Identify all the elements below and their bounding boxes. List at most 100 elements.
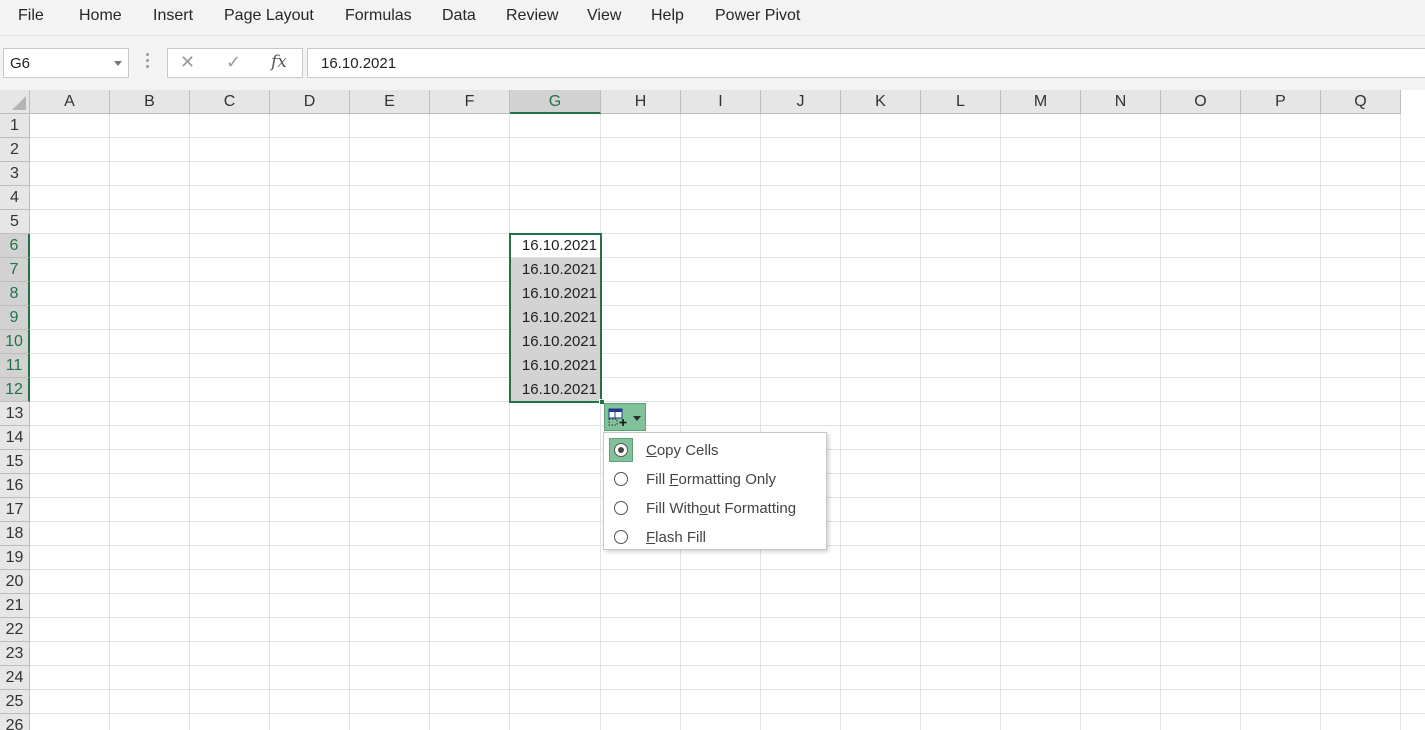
more-options-icon[interactable] — [146, 53, 150, 71]
column-header-b[interactable]: B — [110, 90, 190, 114]
row-header-12[interactable]: 12 — [0, 378, 30, 402]
row-header-15[interactable]: 15 — [0, 450, 30, 474]
menu-item-fill-formatting-only[interactable]: Fill Formatting Only — [604, 464, 826, 493]
column-header-o[interactable]: O — [1161, 90, 1241, 114]
gridline-vertical — [1000, 114, 1001, 730]
tab-home[interactable]: Home — [79, 7, 122, 25]
column-header-h[interactable]: H — [601, 90, 681, 114]
menu-item-fill-without-formatting[interactable]: Fill Without Formatting — [604, 493, 826, 522]
column-header-m[interactable]: M — [1001, 90, 1081, 114]
insert-function-icon[interactable]: fx — [271, 52, 287, 72]
gridline-vertical — [680, 114, 681, 730]
gridline-vertical — [509, 114, 510, 730]
row-header-10[interactable]: 10 — [0, 330, 30, 354]
radio-icon — [614, 501, 628, 515]
row-header-2[interactable]: 2 — [0, 138, 30, 162]
row-header-18[interactable]: 18 — [0, 522, 30, 546]
row-header-19[interactable]: 19 — [0, 546, 30, 570]
column-header-e[interactable]: E — [350, 90, 430, 114]
radio-icon — [614, 472, 628, 486]
row-header-13[interactable]: 13 — [0, 402, 30, 426]
radio-icon — [614, 530, 628, 544]
gridline-vertical — [1160, 114, 1161, 730]
cell-g6[interactable]: 16.10.2021 — [510, 234, 601, 258]
gridline-horizontal — [30, 305, 1425, 306]
row-header-26[interactable]: 26 — [0, 714, 30, 730]
cell-g8[interactable]: 16.10.2021 — [510, 282, 601, 306]
gridline-vertical — [189, 114, 190, 730]
row-header-16[interactable]: 16 — [0, 474, 30, 498]
menu-item-copy-cells[interactable]: Copy Cells — [604, 435, 826, 464]
gridline-horizontal — [30, 281, 1425, 282]
row-header-14[interactable]: 14 — [0, 426, 30, 450]
menu-item-flash-fill[interactable]: Flash Fill — [604, 522, 826, 551]
gridline-horizontal — [30, 377, 1425, 378]
gridline-horizontal — [30, 713, 1425, 714]
row-header-4[interactable]: 4 — [0, 186, 30, 210]
row-header-5[interactable]: 5 — [0, 210, 30, 234]
menu-item-label: Flash Fill — [646, 529, 707, 546]
row-header-7[interactable]: 7 — [0, 258, 30, 282]
column-header-q[interactable]: Q — [1321, 90, 1401, 114]
tab-data[interactable]: Data — [442, 7, 476, 25]
gridline-horizontal — [30, 689, 1425, 690]
column-header-i[interactable]: I — [681, 90, 761, 114]
row-header-25[interactable]: 25 — [0, 690, 30, 714]
row-header-20[interactable]: 20 — [0, 570, 30, 594]
column-header-a[interactable]: A — [30, 90, 110, 114]
column-header-g[interactable]: G — [510, 90, 601, 114]
chevron-down-icon[interactable] — [114, 61, 122, 66]
row-header-17[interactable]: 17 — [0, 498, 30, 522]
gridline-vertical — [600, 114, 601, 730]
row-header-21[interactable]: 21 — [0, 594, 30, 618]
row-header-6[interactable]: 6 — [0, 234, 30, 258]
cell-area[interactable]: 16.10.2021 16.10.2021 16.10.2021 16.10.2… — [30, 114, 1425, 730]
name-box[interactable]: G6 — [3, 48, 129, 78]
gridline-horizontal — [30, 137, 1425, 138]
formula-bar: G6 ✕ ✓ fx 16.10.2021 — [0, 36, 1425, 90]
enter-icon[interactable]: ✓ — [226, 52, 241, 73]
column-header-p[interactable]: P — [1241, 90, 1321, 114]
row-header-22[interactable]: 22 — [0, 618, 30, 642]
tab-view[interactable]: View — [587, 7, 621, 25]
tab-help[interactable]: Help — [651, 7, 684, 25]
cell-g10[interactable]: 16.10.2021 — [510, 330, 601, 354]
gridline-vertical — [1080, 114, 1081, 730]
cell-g7[interactable]: 16.10.2021 — [510, 258, 601, 282]
column-header-l[interactable]: L — [921, 90, 1001, 114]
cell-g12[interactable]: 16.10.2021 — [510, 378, 601, 402]
tab-insert[interactable]: Insert — [153, 7, 193, 25]
tab-power-pivot[interactable]: Power Pivot — [715, 7, 800, 25]
column-header-f[interactable]: F — [430, 90, 510, 114]
autofill-options-button[interactable] — [604, 403, 646, 431]
cell-g11[interactable]: 16.10.2021 — [510, 354, 601, 378]
column-header-k[interactable]: K — [841, 90, 921, 114]
column-header-d[interactable]: D — [270, 90, 350, 114]
cell-g9[interactable]: 16.10.2021 — [510, 306, 601, 330]
chevron-down-icon — [633, 416, 641, 421]
gridline-horizontal — [30, 425, 1425, 426]
gridline-vertical — [269, 114, 270, 730]
row-header-3[interactable]: 3 — [0, 162, 30, 186]
row-header-1[interactable]: 1 — [0, 114, 30, 138]
tab-file[interactable]: File — [18, 7, 44, 25]
gridline-horizontal — [30, 185, 1425, 186]
cancel-icon[interactable]: ✕ — [180, 52, 195, 73]
select-all-button[interactable] — [0, 90, 30, 114]
tab-review[interactable]: Review — [506, 7, 558, 25]
row-header-9[interactable]: 9 — [0, 306, 30, 330]
column-header-c[interactable]: C — [190, 90, 270, 114]
tab-formulas[interactable]: Formulas — [345, 7, 412, 25]
formula-input[interactable]: 16.10.2021 — [307, 48, 1425, 78]
row-header-8[interactable]: 8 — [0, 282, 30, 306]
row-header-11[interactable]: 11 — [0, 354, 30, 378]
menu-item-label: Copy Cells — [646, 442, 719, 459]
tab-page-layout[interactable]: Page Layout — [224, 7, 314, 25]
autofill-options-menu: Copy Cells Fill Formatting Only Fill Wit… — [603, 432, 827, 550]
gridline-horizontal — [30, 569, 1425, 570]
row-header-24[interactable]: 24 — [0, 666, 30, 690]
row-header-23[interactable]: 23 — [0, 642, 30, 666]
column-header-n[interactable]: N — [1081, 90, 1161, 114]
column-header-j[interactable]: J — [761, 90, 841, 114]
gridline-vertical — [840, 114, 841, 730]
